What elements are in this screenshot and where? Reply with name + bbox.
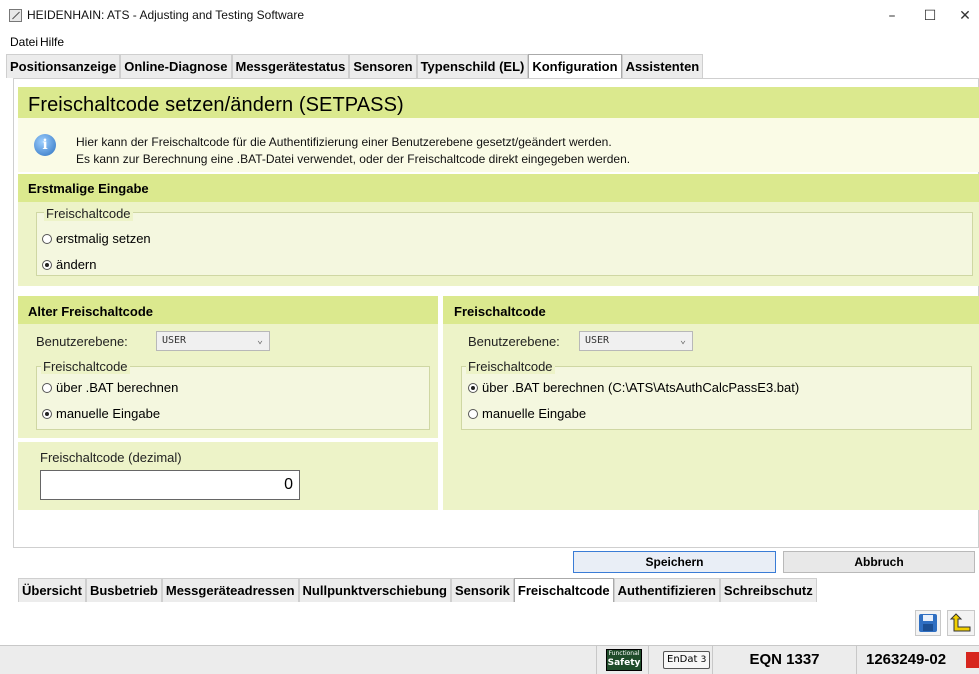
radio-dot[interactable] — [42, 233, 52, 244]
chevron-down-icon: ⌄ — [679, 335, 686, 346]
endat-label: EnDat — [667, 654, 698, 665]
radio-label: manuelle Eingabe — [482, 406, 587, 421]
radio-neu-manuell[interactable]: manuelle Eingabe — [468, 406, 586, 421]
tab-positionsanzeige[interactable]: Positionsanzeige — [6, 54, 121, 78]
radio-erstmalig-setzen[interactable]: erstmalig setzen — [42, 231, 151, 246]
benutzerebene-label-neu: Benutzerebene: — [468, 334, 560, 349]
menu-hilfe[interactable]: Hilfe — [40, 35, 64, 49]
tab-online-diagnose[interactable]: Online-Diagnose — [120, 54, 232, 78]
neu-group-label: Freischaltcode — [466, 359, 555, 374]
radio-label: über .BAT berechnen (C:\ATS\AtsAuthCalcP… — [482, 380, 800, 395]
info-line-2: Es kann zur Berechnung eine .BAT-Datei v… — [76, 152, 631, 166]
device-name: EQN 1337 — [712, 646, 856, 674]
tab-messgeraetestatus[interactable]: Messgerätestatus — [231, 54, 350, 78]
info-icon: i — [34, 134, 56, 156]
info-line-1: Hier kann der Freischaltcode für die Aut… — [76, 135, 612, 149]
badge-line-1: Functional — [608, 650, 640, 657]
tab-sensorik[interactable]: Sensorik — [450, 578, 514, 602]
benutzerebene-select-neu[interactable]: USER ⌄ — [579, 331, 693, 351]
radio-label: manuelle Eingabe — [56, 406, 161, 421]
dezimal-label: Freischaltcode (dezimal) — [40, 450, 182, 465]
window-title: HEIDENHAIN: ATS - Adjusting and Testing … — [27, 8, 305, 22]
endat-badge: EnDat 3 — [663, 651, 711, 669]
status-cell-safety: Functional Safety — [596, 646, 648, 674]
page-title: Freischaltcode setzen/ändern (SETPASS) — [28, 94, 404, 116]
radio-alt-manuell[interactable]: manuelle Eingabe — [42, 406, 160, 421]
save-disk-button[interactable] — [915, 610, 941, 636]
panel-neu-title: Freischaltcode — [454, 304, 546, 319]
save-button[interactable]: Speichern — [573, 551, 776, 573]
radio-dot-selected[interactable] — [42, 259, 52, 270]
badge-line-2: Safety — [607, 658, 641, 668]
app-icon — [9, 9, 22, 22]
benutzerebene-select-alt[interactable]: USER ⌄ — [156, 331, 270, 351]
exit-button[interactable] — [947, 610, 975, 636]
status-cell-endat: EnDat 3 — [648, 646, 712, 674]
device-id-cell: 1263249-02 — [856, 646, 979, 674]
erstmalig-group-label: Freischaltcode — [44, 206, 133, 221]
alarm-icon — [966, 652, 979, 668]
close-button[interactable]: ✕ — [950, 4, 979, 28]
tab-nullpunktverschiebung[interactable]: Nullpunktverschiebung — [298, 578, 451, 602]
radio-neu-bat[interactable]: über .BAT berechnen (C:\ATS\AtsAuthCalcP… — [468, 380, 799, 395]
alt-group-label: Freischaltcode — [41, 359, 130, 374]
endat-version: 3 — [700, 655, 707, 665]
select-value: USER — [585, 335, 610, 346]
cancel-button[interactable]: Abbruch — [783, 551, 975, 573]
tab-assistenten[interactable]: Assistenten — [621, 54, 704, 78]
radio-aendern[interactable]: ändern — [42, 257, 96, 272]
functional-safety-badge: Functional Safety — [606, 649, 642, 671]
tab-busbetrieb[interactable]: Busbetrieb — [85, 578, 162, 602]
dezimal-input[interactable]: 0 — [40, 470, 300, 500]
section-erstmalig-header — [18, 174, 979, 202]
radio-label: erstmalig setzen — [56, 231, 151, 246]
floppy-disk-icon — [919, 614, 937, 632]
tab-konfiguration[interactable]: Konfiguration — [528, 54, 622, 78]
tab-schreibschutz[interactable]: Schreibschutz — [719, 578, 817, 602]
menu-datei[interactable]: Datei — [10, 35, 38, 49]
select-value: USER — [162, 335, 187, 346]
exit-arrow-icon — [949, 613, 971, 632]
tab-typenschild[interactable]: Typenschild (EL) — [416, 54, 529, 78]
section-erstmalig-title: Erstmalige Eingabe — [28, 181, 149, 196]
minimize-button[interactable]: – — [877, 4, 907, 28]
maximize-button[interactable]: ☐ — [915, 4, 945, 28]
bottom-tab-bar: Übersicht Busbetrieb Messgeräteadressen … — [18, 578, 817, 602]
tab-freischaltcode[interactable]: Freischaltcode — [513, 578, 614, 602]
radio-label: ändern — [56, 257, 97, 272]
tab-sensoren[interactable]: Sensoren — [349, 54, 417, 78]
top-tab-bar: Positionsanzeige Online-Diagnose Messger… — [6, 54, 704, 78]
radio-dot[interactable] — [468, 408, 478, 419]
benutzerebene-label-alt: Benutzerebene: — [36, 334, 128, 349]
erstmalig-group — [36, 212, 973, 276]
radio-dot[interactable] — [42, 382, 52, 393]
tab-authentifizieren[interactable]: Authentifizieren — [613, 578, 720, 602]
radio-dot-selected[interactable] — [468, 382, 478, 393]
radio-label: über .BAT berechnen — [56, 380, 179, 395]
radio-dot-selected[interactable] — [42, 408, 52, 419]
radio-alt-bat[interactable]: über .BAT berechnen — [42, 380, 178, 395]
tab-uebersicht[interactable]: Übersicht — [18, 578, 86, 602]
tab-messgeraeteadressen[interactable]: Messgeräteadressen — [161, 578, 299, 602]
device-id: 1263249-02 — [866, 651, 947, 668]
panel-alter-title: Alter Freischaltcode — [28, 304, 153, 319]
chevron-down-icon: ⌄ — [256, 335, 263, 346]
